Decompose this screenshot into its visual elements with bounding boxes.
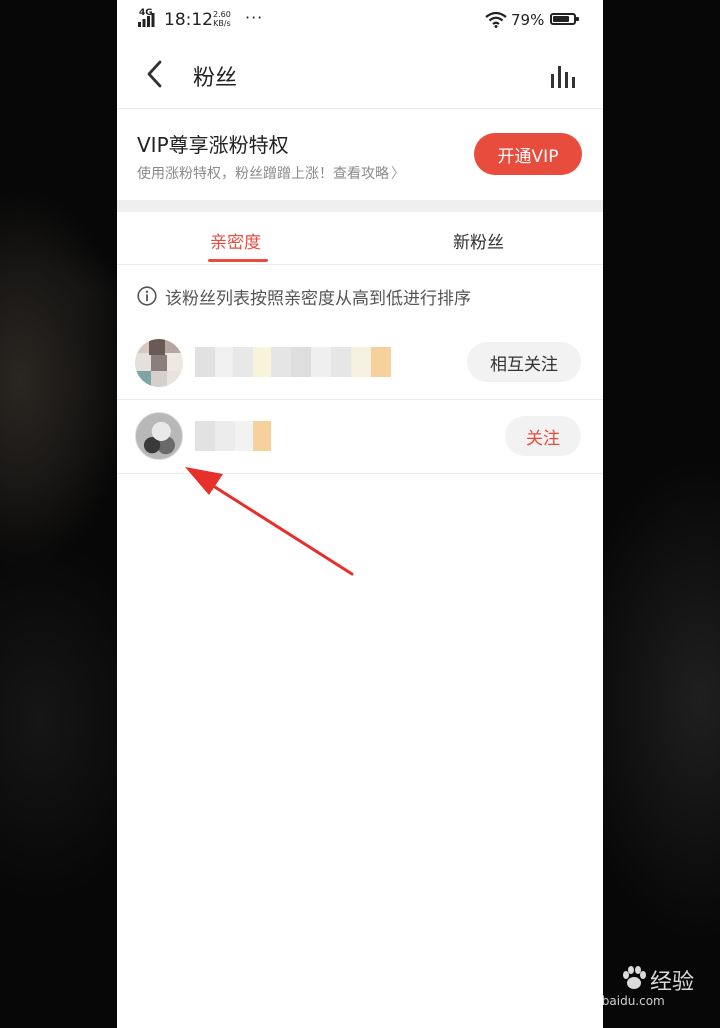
more-notifications-icon: ··· [245,8,264,27]
fan-list-item[interactable]: 相互关注 [117,325,603,400]
wifi-icon [485,12,507,28]
tab-intimacy[interactable]: 亲密度 [210,228,261,253]
avatar[interactable] [135,412,183,460]
fan-list-item[interactable]: 关注 [117,399,603,474]
nav-header: 粉丝 [117,40,603,109]
blurred-username [195,421,271,451]
app-screen: 4G 18:12 2.60 KB/s ··· 79% 粉丝 VIP尊享涨粉特权 … [117,0,603,1028]
chevron-right-icon: 〉 [391,166,405,182]
avatar[interactable] [135,339,183,387]
vip-banner[interactable]: VIP尊享涨粉特权 使用涨粉特权，粉丝蹭蹭上涨！查看攻略〉 开通VIP [117,108,603,200]
vip-title: VIP尊享涨粉特权 [137,133,289,157]
vip-subtitle[interactable]: 使用涨粉特权，粉丝蹭蹭上涨！查看攻略〉 [137,163,405,183]
baidu-watermark: Bai 经验 jingyan.baidu.com [552,962,712,1018]
info-icon [137,286,157,306]
mutual-follow-button[interactable]: 相互关注 [467,342,581,382]
back-arrow-icon[interactable] [141,58,169,90]
speed-value: 2.60 [213,10,231,19]
signal-icon [138,13,155,27]
battery-percent: 79% [511,11,545,29]
sort-note-text: 该粉丝列表按照亲密度从高到低进行排序 [165,288,471,309]
section-divider [117,200,603,212]
open-vip-button[interactable]: 开通VIP [474,133,582,175]
paw-icon [623,966,646,989]
fans-tabs: 亲密度 新粉丝 [117,212,603,265]
active-tab-indicator [208,259,268,262]
network-speed: 2.60 KB/s [213,10,231,28]
sort-note: 该粉丝列表按照亲密度从高到低进行排序 [137,283,471,309]
tab-new-fans[interactable]: 新粉丝 [453,228,504,253]
blurred-username [195,347,391,377]
vip-subtitle-text: 使用涨粉特权，粉丝蹭蹭上涨！查看攻略 [137,166,389,182]
status-bar: 4G 18:12 2.60 KB/s ··· 79% [117,0,603,40]
clock: 18:12 [164,10,213,30]
speed-unit: KB/s [213,19,231,28]
bar-chart-icon[interactable] [549,64,579,90]
page-title: 粉丝 [193,66,238,91]
battery-tip [576,17,579,21]
follow-button[interactable]: 关注 [505,416,581,456]
watermark-logo: Bai [552,962,594,990]
watermark-url: jingyan.baidu.com [554,994,665,1008]
watermark-title: 经验 [650,970,695,995]
battery-fill [553,16,569,22]
battery-icon [550,13,579,25]
